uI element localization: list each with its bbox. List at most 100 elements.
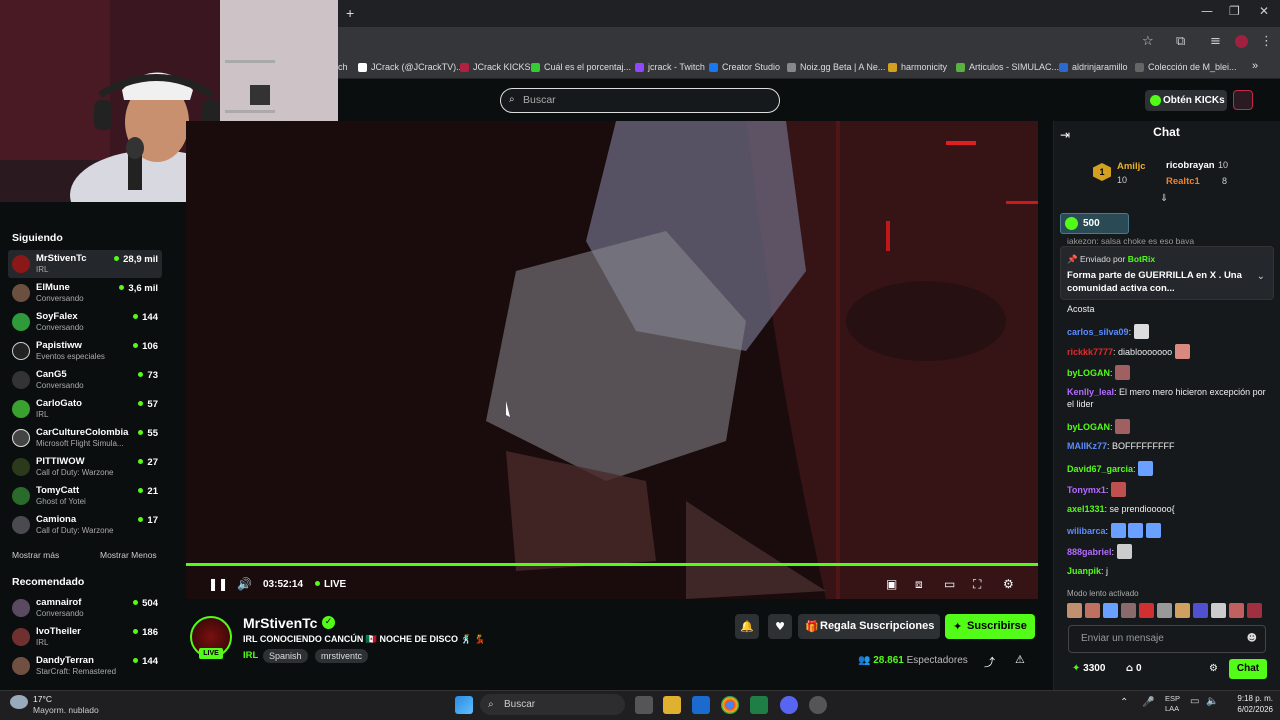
file-explorer-icon[interactable] bbox=[663, 696, 681, 714]
stream-tag[interactable]: Spanish bbox=[263, 649, 308, 663]
clock-time[interactable]: 9:18 p. m. bbox=[1227, 694, 1273, 703]
bookmark-item[interactable]: JCrack (@JCrackTV)... bbox=[358, 62, 464, 72]
bookmark-item[interactable]: aldrinjaramillo bbox=[1059, 62, 1128, 72]
sidebar-channel-item[interactable]: MrStivenTc IRL 28,9 mil bbox=[8, 250, 162, 278]
emote[interactable] bbox=[1121, 603, 1136, 618]
sidebar-channel-item[interactable]: PITTIWOW Call of Duty: Warzone 27 bbox=[8, 453, 162, 481]
emote[interactable] bbox=[1193, 603, 1208, 618]
emote[interactable] bbox=[1139, 603, 1154, 618]
gift-subs-button[interactable]: 🎁 Regala Suscripciones bbox=[798, 614, 940, 639]
volume-icon[interactable]: 🔈 bbox=[1206, 696, 1218, 707]
sidebar-channel-item[interactable]: SoyFalex Conversando 144 bbox=[8, 308, 162, 336]
expand-leaderboard-icon[interactable]: ⇓ bbox=[1160, 193, 1168, 204]
chat-message-input[interactable]: Enviar un mensaje ☻ bbox=[1068, 625, 1266, 653]
share-icon[interactable]: ⤴ bbox=[984, 654, 995, 670]
outlook-icon[interactable] bbox=[692, 696, 710, 714]
chat-send-button[interactable]: Chat bbox=[1229, 659, 1267, 679]
emote[interactable] bbox=[1175, 603, 1190, 618]
new-tab-button[interactable]: + bbox=[346, 5, 354, 21]
close-icon[interactable]: ✕ bbox=[1259, 4, 1269, 18]
clock-date[interactable]: 6/02/2026 bbox=[1227, 705, 1273, 714]
fullscreen-icon[interactable]: ⛶ bbox=[973, 577, 981, 592]
weather-temp[interactable]: 17°C bbox=[33, 694, 52, 704]
bookmark-item[interactable]: Noiz.gg Beta | A Ne... bbox=[787, 62, 885, 72]
leaderboard-name[interactable]: Realtc1 bbox=[1166, 176, 1200, 187]
emote[interactable] bbox=[1103, 603, 1118, 618]
sidebar-channel-item[interactable]: DandyTerran StarCraft: Remastered 144 bbox=[8, 652, 162, 680]
clip-icon[interactable]: ⧈ bbox=[915, 577, 923, 592]
stream-category[interactable]: IRL bbox=[243, 650, 258, 661]
sidebar-channel-item[interactable]: camnairof Conversando 504 bbox=[8, 594, 162, 622]
emote[interactable] bbox=[1157, 603, 1172, 618]
microphone-icon[interactable]: 🎤 bbox=[1142, 697, 1154, 708]
subscribe-button[interactable]: ✦ Suscribirse bbox=[945, 614, 1035, 639]
kicks-goal[interactable]: 500 bbox=[1060, 213, 1129, 234]
emote[interactable] bbox=[1211, 603, 1226, 618]
chevron-down-icon[interactable]: ⌄ bbox=[1257, 271, 1265, 282]
seek-bar[interactable] bbox=[186, 563, 1038, 566]
pinned-message[interactable]: 📌 Enviado por BotRix Forma parte de GUER… bbox=[1060, 246, 1274, 300]
app-icon[interactable] bbox=[809, 696, 827, 714]
task-view-icon[interactable] bbox=[635, 696, 653, 714]
settings-icon[interactable]: ⚙ bbox=[1003, 577, 1014, 591]
emote[interactable] bbox=[1247, 603, 1262, 618]
sidebar-channel-item[interactable]: CanG5 Conversando 73 bbox=[8, 366, 162, 394]
streamer-name[interactable]: MrStivenTc bbox=[243, 615, 317, 631]
pip-icon[interactable]: ▣ bbox=[886, 577, 897, 591]
menu-icon[interactable]: ⋮ bbox=[1260, 34, 1273, 49]
sidebar-channel-item[interactable]: CarloGato IRL 57 bbox=[8, 395, 162, 423]
bookmark-item[interactable]: Cuál es el porcentaj... bbox=[531, 62, 631, 72]
discord-icon[interactable] bbox=[780, 696, 798, 714]
media-icon[interactable]: ≡ bbox=[1210, 34, 1221, 49]
follow-heart-icon[interactable]: ♥ bbox=[768, 614, 792, 639]
bookmark-item[interactable]: jcrack - Twitch bbox=[635, 62, 705, 72]
language-layout[interactable]: LAA bbox=[1165, 704, 1179, 713]
bookmark-item[interactable]: Colección de M_blei... bbox=[1135, 62, 1237, 72]
video-player[interactable] bbox=[186, 121, 1038, 599]
emoji-icon[interactable]: ☻ bbox=[1247, 626, 1257, 652]
report-icon[interactable]: ⚠ bbox=[1015, 653, 1025, 666]
sidebar-channel-item[interactable]: TomyCatt Ghost of Yotei 21 bbox=[8, 482, 162, 510]
leaderboard-name[interactable]: ricobrayan bbox=[1166, 160, 1215, 171]
excel-icon[interactable] bbox=[750, 696, 768, 714]
sidebar-channel-item[interactable]: Camiona Call of Duty: Warzone 17 bbox=[8, 511, 162, 539]
windows-start-icon[interactable] bbox=[455, 696, 473, 714]
theater-icon[interactable]: ▭ bbox=[944, 577, 955, 591]
network-icon[interactable]: ▭ bbox=[1190, 696, 1199, 707]
show-less-button[interactable]: Mostrar Menos bbox=[100, 550, 157, 560]
sidebar-channel-item[interactable]: CarCultureColombia Microsoft Flight Simu… bbox=[8, 424, 162, 452]
user-avatar[interactable] bbox=[1233, 90, 1253, 110]
sidebar-channel-item[interactable]: IvoTheiler IRL 186 bbox=[8, 623, 162, 651]
sidebar-channel-item[interactable]: ElMune Conversando 3,6 mil bbox=[8, 279, 162, 307]
bookmark-item[interactable]: JCrack KICKS bbox=[460, 62, 531, 72]
emote[interactable] bbox=[1067, 603, 1082, 618]
maximize-icon[interactable]: ❐ bbox=[1229, 4, 1240, 18]
gift-count[interactable]: ⌂ 0 bbox=[1126, 663, 1142, 674]
emote[interactable] bbox=[1085, 603, 1100, 618]
bookmark-item[interactable]: ch bbox=[338, 62, 348, 72]
leaderboard-name[interactable]: Amiljc bbox=[1117, 161, 1146, 172]
search-input[interactable]: ⌕ Buscar bbox=[500, 88, 780, 113]
profile-icon[interactable] bbox=[1235, 35, 1248, 48]
bookmark-item[interactable]: harmonicity bbox=[888, 62, 947, 72]
emote[interactable] bbox=[1229, 603, 1244, 618]
stream-tag[interactable]: mrstiventc bbox=[315, 649, 369, 663]
bookmarks-overflow[interactable]: » bbox=[1252, 60, 1258, 72]
kicks-balance[interactable]: ✦ 3300 bbox=[1072, 663, 1105, 674]
notification-bell-icon[interactable]: 🔔 bbox=[735, 614, 759, 639]
tray-overflow-icon[interactable]: ⌃ bbox=[1120, 697, 1128, 708]
language-code[interactable]: ESP bbox=[1165, 694, 1180, 703]
show-more-button[interactable]: Mostrar más bbox=[12, 550, 59, 560]
minimize-icon[interactable]: — bbox=[1201, 4, 1213, 18]
bookmark-item[interactable]: Articulos - SIMULAC... bbox=[956, 62, 1059, 72]
star-icon[interactable]: ☆ bbox=[1142, 34, 1154, 49]
volume-icon[interactable]: 🔊 bbox=[237, 577, 252, 591]
get-kicks-button[interactable]: Obtén KICKs bbox=[1145, 90, 1227, 111]
extensions-icon[interactable]: ⧉ bbox=[1176, 34, 1185, 49]
chrome-icon[interactable] bbox=[721, 696, 739, 714]
taskbar-search[interactable]: ⌕ Buscar bbox=[480, 694, 625, 715]
sidebar-channel-item[interactable]: Papistiww Eventos especiales 106 bbox=[8, 337, 162, 365]
bookmark-item[interactable]: Creator Studio bbox=[709, 62, 780, 72]
pause-icon[interactable]: ❚❚ bbox=[208, 577, 228, 591]
weather-desc[interactable]: Mayorm. nublado bbox=[33, 705, 99, 715]
